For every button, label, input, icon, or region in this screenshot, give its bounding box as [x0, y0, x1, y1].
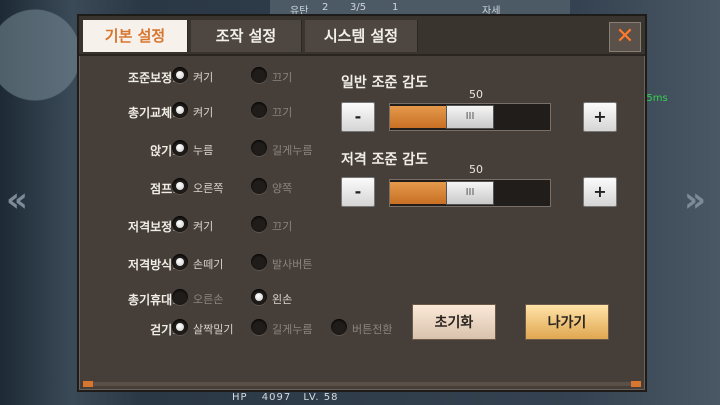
radio-icon [172, 254, 188, 270]
sniper-aim-slider[interactable]: III [389, 179, 551, 207]
close-button[interactable]: ✕ [609, 22, 641, 52]
radio-icon [251, 102, 267, 118]
radio-icon [172, 178, 188, 194]
normal-aim-sensitivity-value: 50 [469, 88, 483, 101]
radio-icon [251, 178, 267, 194]
hud-count: 3/5 [350, 2, 367, 13]
slider-thumb[interactable]: III [446, 181, 494, 205]
hud-count: 1 [392, 2, 399, 13]
setting-label: 저격보정: [128, 220, 177, 234]
radio-icon [172, 319, 188, 335]
left-arrow-icon[interactable]: « [6, 180, 28, 220]
setting-label: 저격방식: [128, 258, 177, 272]
radio-icon [251, 216, 267, 232]
radio-icon [251, 140, 267, 156]
normal-aim-slider[interactable]: III [389, 103, 551, 131]
normal-aim-plus-button[interactable]: + [583, 102, 617, 132]
normal-aim-minus-button[interactable]: - [341, 102, 375, 132]
radio-icon [172, 140, 188, 156]
radio-icon [251, 67, 267, 83]
sniper-aim-plus-button[interactable]: + [583, 177, 617, 207]
slider-thumb[interactable]: III [446, 105, 494, 129]
radio-icon [172, 289, 188, 305]
radio-icon [251, 289, 267, 305]
setting-label: 조준보정: [128, 71, 177, 85]
setting-label: 앉기: [150, 144, 177, 158]
setting-label: 점프: [150, 182, 177, 196]
level-value: LV. 58 [303, 392, 339, 403]
hp-status: HP 4097 LV. 58 [232, 392, 339, 403]
reset-button[interactable]: 초기화 [412, 304, 496, 340]
sniper-aim-minus-button[interactable]: - [341, 177, 375, 207]
corner-accent [83, 381, 93, 387]
radio-icon [172, 216, 188, 232]
right-arrow-icon[interactable]: » [684, 180, 706, 220]
exit-button[interactable]: 나가기 [525, 304, 609, 340]
tab-system-settings[interactable]: 시스템 설정 [305, 20, 418, 52]
tab-basic-settings[interactable]: 기본 설정 [83, 20, 188, 52]
tab-control-settings[interactable]: 조작 설정 [191, 20, 302, 52]
radio-icon [331, 319, 347, 335]
footer-divider [83, 382, 641, 386]
radio-icon [251, 254, 267, 270]
corner-accent [631, 381, 641, 387]
hp-value: 4097 [261, 392, 292, 403]
hud-count: 2 [322, 2, 329, 13]
sniper-aim-sensitivity-label: 저격 조준 감도 [341, 152, 429, 168]
tab-bar: 기본 설정 조작 설정 시스템 설정 ✕ [79, 16, 645, 56]
radio-icon [172, 67, 188, 83]
settings-dialog: 기본 설정 조작 설정 시스템 설정 ✕ 조준보정: 켜기 끄기 총기교체: 켜… [77, 14, 647, 392]
setting-label: 총기교체: [128, 106, 177, 120]
sniper-aim-sensitivity-value: 50 [469, 163, 483, 176]
hp-label: HP [232, 392, 248, 403]
radio-icon [251, 319, 267, 335]
setting-label: 총기휴대: [128, 293, 177, 307]
normal-aim-sensitivity-label: 일반 조준 감도 [341, 75, 429, 91]
top-hud-bar [270, 0, 570, 14]
setting-label: 걷기: [150, 323, 177, 337]
radio-icon [172, 102, 188, 118]
